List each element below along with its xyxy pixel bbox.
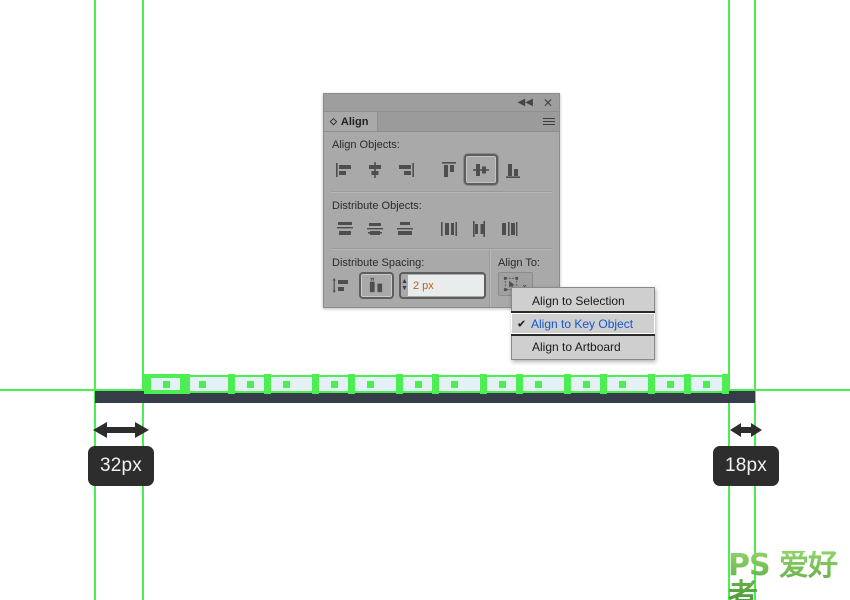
distribute-objects-row bbox=[324, 215, 559, 246]
distribute-spacing-controls: ▲ ▼ bbox=[324, 272, 489, 307]
distribute-vertical-bottom-button[interactable] bbox=[390, 215, 420, 242]
segment-anchor bbox=[228, 374, 235, 394]
segment-anchor bbox=[516, 374, 523, 394]
segment-center-point bbox=[535, 381, 542, 388]
segment-center-point bbox=[619, 381, 626, 388]
collapse-double-arrow-icon[interactable]: ◀◀ bbox=[518, 97, 533, 108]
guide-vertical-4 bbox=[754, 0, 756, 600]
horizontal-distribute-space-icon bbox=[369, 277, 383, 293]
horizontal-distribute-space-button[interactable] bbox=[359, 272, 394, 299]
distribute-vertical-bottom-icon bbox=[397, 221, 413, 235]
align-horizontal-center-icon bbox=[369, 161, 381, 178]
segment-anchor bbox=[396, 374, 403, 394]
watermark: PS 爱好者 www.psahz.com bbox=[728, 551, 846, 600]
distribute-vertical-top-button[interactable] bbox=[330, 215, 360, 242]
double-arrow-narrow-icon bbox=[730, 423, 762, 437]
align-top-button[interactable] bbox=[434, 156, 464, 183]
distribute-horizontal-right-button[interactable] bbox=[494, 215, 524, 242]
align-objects-label: Align Objects: bbox=[332, 139, 400, 151]
segment-center-point bbox=[331, 381, 338, 388]
panel-tabstrip: ◇ Align bbox=[324, 112, 559, 132]
segment-center-point bbox=[367, 381, 374, 388]
guide-vertical-2 bbox=[142, 0, 144, 600]
align-objects-row bbox=[324, 154, 559, 189]
distribute-horizontal-right-icon bbox=[502, 221, 518, 236]
align-horizontal-center-button[interactable] bbox=[360, 156, 390, 183]
segment-center-point bbox=[703, 381, 710, 388]
segment-anchor bbox=[312, 374, 319, 394]
distribute-horizontal-center-button[interactable] bbox=[464, 215, 494, 242]
segment-anchor bbox=[600, 374, 607, 394]
guide-vertical-3 bbox=[728, 0, 730, 600]
align-top-icon bbox=[442, 161, 456, 177]
watermark-brand: PS 爱好者 bbox=[728, 551, 846, 600]
distribute-spacing-column: Distribute Spacing: ▲ ▼ 2 px bbox=[324, 250, 489, 307]
align-panel: ◀◀ ✕ ◇ Align Align Objects: Distribute O… bbox=[323, 93, 560, 308]
spacing-spinner[interactable]: ▲ ▼ bbox=[401, 278, 408, 292]
distribute-vertical-center-button[interactable] bbox=[360, 215, 390, 242]
align-to-label: Align To: bbox=[498, 257, 540, 269]
align-right-button[interactable] bbox=[390, 156, 420, 183]
segment-anchor bbox=[264, 374, 271, 394]
segment-center-point bbox=[199, 381, 206, 388]
measurement-label: 18px bbox=[713, 446, 780, 486]
distribute-horizontal-left-button[interactable] bbox=[434, 215, 464, 242]
tab-align[interactable]: ◇ Align bbox=[324, 112, 379, 131]
distribute-vertical-center-icon bbox=[367, 222, 383, 235]
segment-center-point bbox=[583, 381, 590, 388]
align-left-icon bbox=[336, 162, 351, 177]
distribute-vertical-top-icon bbox=[337, 221, 353, 235]
segment-anchor bbox=[684, 374, 691, 394]
menu-item-align-to-artboard[interactable]: Align to Artboard bbox=[512, 336, 654, 357]
segment-anchor bbox=[432, 374, 439, 394]
illustrator-canvas: 32px 18px ◀◀ ✕ ◇ Align Align Objects: Di… bbox=[0, 0, 850, 600]
segment-center-point bbox=[247, 381, 254, 388]
measurement-left-gap: 32px bbox=[88, 420, 155, 486]
measurement-label: 32px bbox=[88, 446, 155, 486]
menu-item-label: Align to Selection bbox=[532, 293, 625, 308]
tab-align-label: Align bbox=[340, 115, 369, 128]
align-bottom-icon bbox=[506, 163, 520, 178]
guide-vertical-1 bbox=[94, 0, 96, 600]
segment-center-point bbox=[415, 381, 422, 388]
segment-anchor bbox=[648, 374, 655, 394]
segment-anchor bbox=[480, 374, 487, 394]
distribute-horizontal-center-icon bbox=[473, 220, 485, 237]
panel-titlebar: ◀◀ ✕ bbox=[324, 94, 559, 112]
vertical-distribute-space-icon bbox=[332, 277, 348, 293]
menu-item-label: Align to Artboard bbox=[532, 339, 621, 354]
segment-center-point bbox=[499, 381, 506, 388]
spacing-input-wrapper[interactable]: ▲ ▼ bbox=[399, 272, 486, 299]
menu-item-label: Align to Key Object bbox=[531, 316, 634, 331]
double-arrow-wide-icon bbox=[93, 422, 149, 438]
segment-anchor bbox=[348, 374, 355, 394]
align-right-icon bbox=[399, 162, 414, 177]
distribute-horizontal-left-icon bbox=[441, 221, 457, 236]
check-icon: ✔ bbox=[517, 318, 527, 330]
chevron-down-icon[interactable]: ▼ bbox=[401, 285, 408, 292]
align-bottom-button[interactable] bbox=[498, 156, 528, 183]
tabstrip-empty bbox=[378, 112, 539, 131]
panel-menu-icon[interactable] bbox=[539, 112, 559, 131]
measurement-right-gap: 18px bbox=[713, 420, 780, 486]
vertical-distribute-space-button[interactable] bbox=[330, 272, 354, 299]
align-vertical-center-icon bbox=[473, 163, 489, 176]
segment-center-point bbox=[451, 381, 458, 388]
align-vertical-center-button[interactable] bbox=[464, 154, 498, 185]
menu-item-align-to-key-object[interactable]: ✔ Align to Key Object bbox=[511, 311, 655, 336]
key-object-highlight[interactable] bbox=[146, 374, 190, 394]
align-left-button[interactable] bbox=[330, 156, 360, 183]
segment-anchor bbox=[564, 374, 571, 394]
menu-item-align-to-selection[interactable]: Align to Selection bbox=[512, 290, 654, 311]
spacing-input[interactable] bbox=[407, 275, 484, 296]
align-to-menu: Align to Selection ✔ Align to Key Object… bbox=[511, 287, 655, 360]
segment-anchor bbox=[722, 374, 729, 394]
segment-center-point bbox=[667, 381, 674, 388]
distribute-spacing-label: Distribute Spacing: bbox=[332, 257, 425, 269]
distribute-objects-label: Distribute Objects: bbox=[332, 200, 422, 212]
segment-center-point bbox=[283, 381, 290, 388]
close-icon[interactable]: ✕ bbox=[543, 97, 553, 109]
diamond-icon: ◇ bbox=[330, 116, 337, 126]
